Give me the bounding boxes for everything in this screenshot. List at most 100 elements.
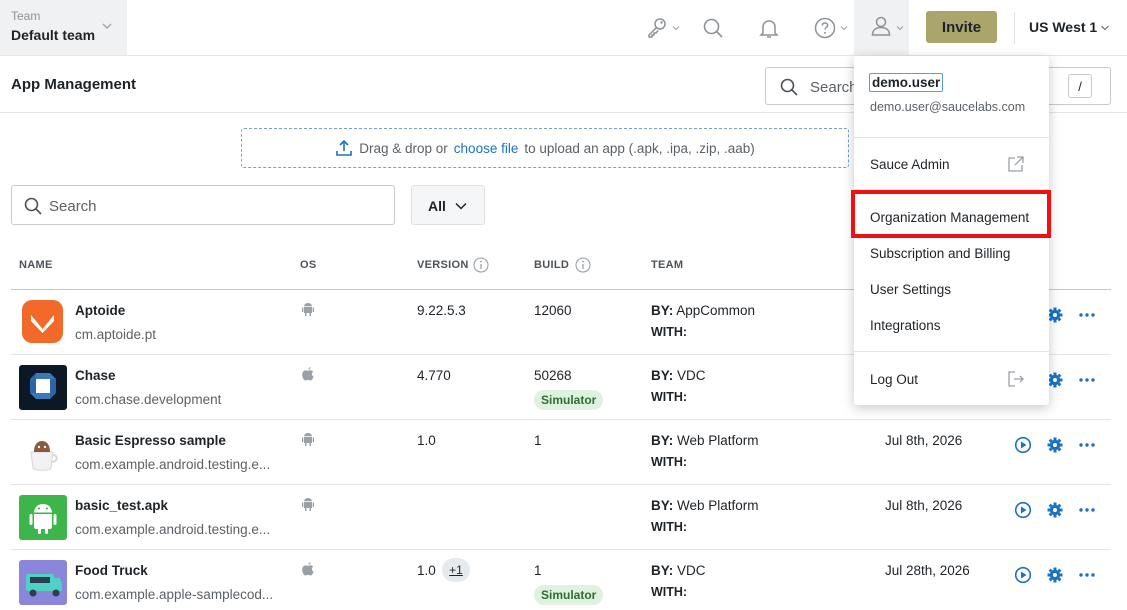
shared-with-label: WITH: bbox=[651, 390, 688, 404]
shared-with-label: WITH: bbox=[651, 325, 688, 339]
table-row[interactable]: Basic Espresso sample com.example.androi… bbox=[11, 420, 1111, 485]
bell-icon[interactable] bbox=[755, 14, 783, 42]
gear-icon[interactable] bbox=[1046, 436, 1064, 454]
apple-icon bbox=[302, 562, 314, 576]
app-search-placeholder: Search bbox=[49, 198, 97, 215]
chevron-down-icon bbox=[455, 202, 467, 210]
more-versions-badge[interactable]: +1 bbox=[442, 558, 470, 582]
app-name[interactable]: Basic Espresso sample bbox=[75, 433, 226, 448]
highlight-box bbox=[851, 190, 1051, 238]
app-version: 9.22.5.3 bbox=[417, 303, 466, 318]
app-version: 1.0 bbox=[417, 433, 436, 448]
app-build: 1 bbox=[534, 433, 542, 448]
menu-item-subscription-billing[interactable]: Subscription and Billing bbox=[870, 246, 1010, 261]
column-header-name[interactable]: NAME bbox=[19, 259, 53, 271]
divider bbox=[1014, 12, 1015, 44]
app-build: 50268 bbox=[534, 368, 572, 383]
menu-email: demo.user@saucelabs.com bbox=[870, 100, 1026, 114]
divider bbox=[854, 351, 1049, 352]
info-icon[interactable] bbox=[473, 257, 489, 273]
chevron-down-icon bbox=[102, 23, 112, 29]
page-title: App Management bbox=[11, 76, 137, 93]
invite-button[interactable]: Invite bbox=[926, 11, 997, 43]
menu-username[interactable]: demo.user bbox=[869, 73, 944, 92]
app-package: com.example.android.testing.e... bbox=[75, 522, 271, 537]
upload-icon bbox=[336, 139, 353, 156]
search-icon bbox=[780, 78, 798, 96]
info-icon[interactable] bbox=[575, 257, 591, 273]
uploaded-by: BY: VDC bbox=[651, 368, 706, 383]
chevron-down-icon bbox=[896, 26, 904, 31]
play-icon[interactable] bbox=[1014, 436, 1032, 454]
simulator-badge: Simulator bbox=[534, 585, 604, 605]
menu-item-user-settings[interactable]: User Settings bbox=[870, 282, 951, 297]
uploaded-by: BY: Web Platform bbox=[651, 498, 759, 513]
table-row[interactable]: Food Truck com.example.apple-samplecod..… bbox=[11, 550, 1111, 610]
top-bar: Team Default team Invite US West 1 bbox=[0, 0, 1127, 56]
shared-with-label: WITH: bbox=[651, 585, 688, 599]
column-header-os[interactable]: OS bbox=[300, 259, 317, 271]
user-icon bbox=[871, 16, 891, 36]
food-truck-icon bbox=[19, 560, 67, 605]
menu-item-integrations[interactable]: Integrations bbox=[870, 318, 941, 333]
chevron-down-icon[interactable] bbox=[1100, 23, 1110, 33]
choose-file-link[interactable]: choose file bbox=[454, 141, 519, 156]
shared-with-label: WITH: bbox=[651, 455, 688, 469]
aptoide-icon bbox=[22, 300, 63, 343]
play-icon[interactable] bbox=[1014, 501, 1032, 519]
app-search-input[interactable]: Search bbox=[11, 185, 395, 225]
logout-icon bbox=[1008, 371, 1024, 387]
uploaded-by: BY: VDC bbox=[651, 563, 706, 578]
uploaded-by: BY: Web Platform bbox=[651, 433, 759, 448]
team-switcher[interactable]: Team Default team bbox=[0, 0, 127, 55]
more-options-icon[interactable] bbox=[1078, 306, 1096, 324]
upload-date: Jul 28th, 2026 bbox=[885, 563, 970, 578]
column-header-build[interactable]: BUILD bbox=[534, 259, 569, 271]
menu-item-sauce-admin[interactable]: Sauce Admin bbox=[870, 157, 950, 172]
app-package: com.example.apple-samplecod... bbox=[75, 587, 274, 602]
column-header-team[interactable]: TEAM bbox=[651, 259, 683, 271]
play-icon[interactable] bbox=[1014, 566, 1032, 584]
app-name[interactable]: Aptoide bbox=[75, 303, 125, 318]
os-filter-value: All bbox=[428, 198, 446, 214]
app-version: 4.770 bbox=[417, 368, 451, 383]
chevron-down-icon bbox=[672, 26, 680, 31]
menu-item-log-out[interactable]: Log Out bbox=[870, 372, 918, 387]
gear-icon[interactable] bbox=[1046, 501, 1064, 519]
app-version: 1.0 bbox=[417, 563, 436, 578]
simulator-badge: Simulator bbox=[534, 390, 604, 410]
external-link-icon bbox=[1008, 156, 1024, 172]
chase-icon bbox=[19, 365, 67, 410]
more-options-icon[interactable] bbox=[1078, 371, 1096, 389]
espresso-icon bbox=[19, 430, 67, 475]
apple-icon bbox=[302, 367, 314, 381]
app-package: cm.aptoide.pt bbox=[75, 327, 157, 342]
chevron-down-icon bbox=[840, 26, 848, 31]
more-options-icon[interactable] bbox=[1078, 436, 1096, 454]
app-package: com.example.android.testing.e... bbox=[75, 457, 271, 472]
gear-icon[interactable] bbox=[1046, 566, 1064, 584]
key-icon[interactable] bbox=[643, 14, 671, 42]
app-name[interactable]: Chase bbox=[75, 368, 116, 383]
region-selector[interactable]: US West 1 bbox=[1029, 19, 1097, 35]
android-icon bbox=[302, 433, 314, 446]
more-options-icon[interactable] bbox=[1078, 501, 1096, 519]
user-menu-button[interactable] bbox=[854, 0, 909, 55]
search-icon[interactable] bbox=[699, 14, 727, 42]
android-icon bbox=[302, 303, 314, 316]
android-icon bbox=[302, 498, 314, 511]
more-options-icon[interactable] bbox=[1078, 566, 1096, 584]
upload-text-before: Drag & drop or bbox=[359, 140, 448, 156]
os-filter-select[interactable]: All bbox=[411, 185, 485, 225]
android-robot-icon bbox=[19, 495, 67, 540]
app-build: 1 bbox=[534, 563, 542, 578]
table-row[interactable]: basic_test.apk com.example.android.testi… bbox=[11, 485, 1111, 550]
upload-dropzone[interactable]: Drag & drop or choose file to upload an … bbox=[241, 128, 849, 168]
help-icon[interactable] bbox=[811, 14, 839, 42]
upload-date: Jul 8th, 2026 bbox=[885, 433, 963, 448]
column-header-version[interactable]: VERSION bbox=[417, 259, 469, 271]
divider bbox=[854, 137, 1049, 138]
app-name[interactable]: basic_test.apk bbox=[75, 498, 168, 513]
app-name[interactable]: Food Truck bbox=[75, 563, 148, 578]
search-icon bbox=[24, 197, 42, 215]
